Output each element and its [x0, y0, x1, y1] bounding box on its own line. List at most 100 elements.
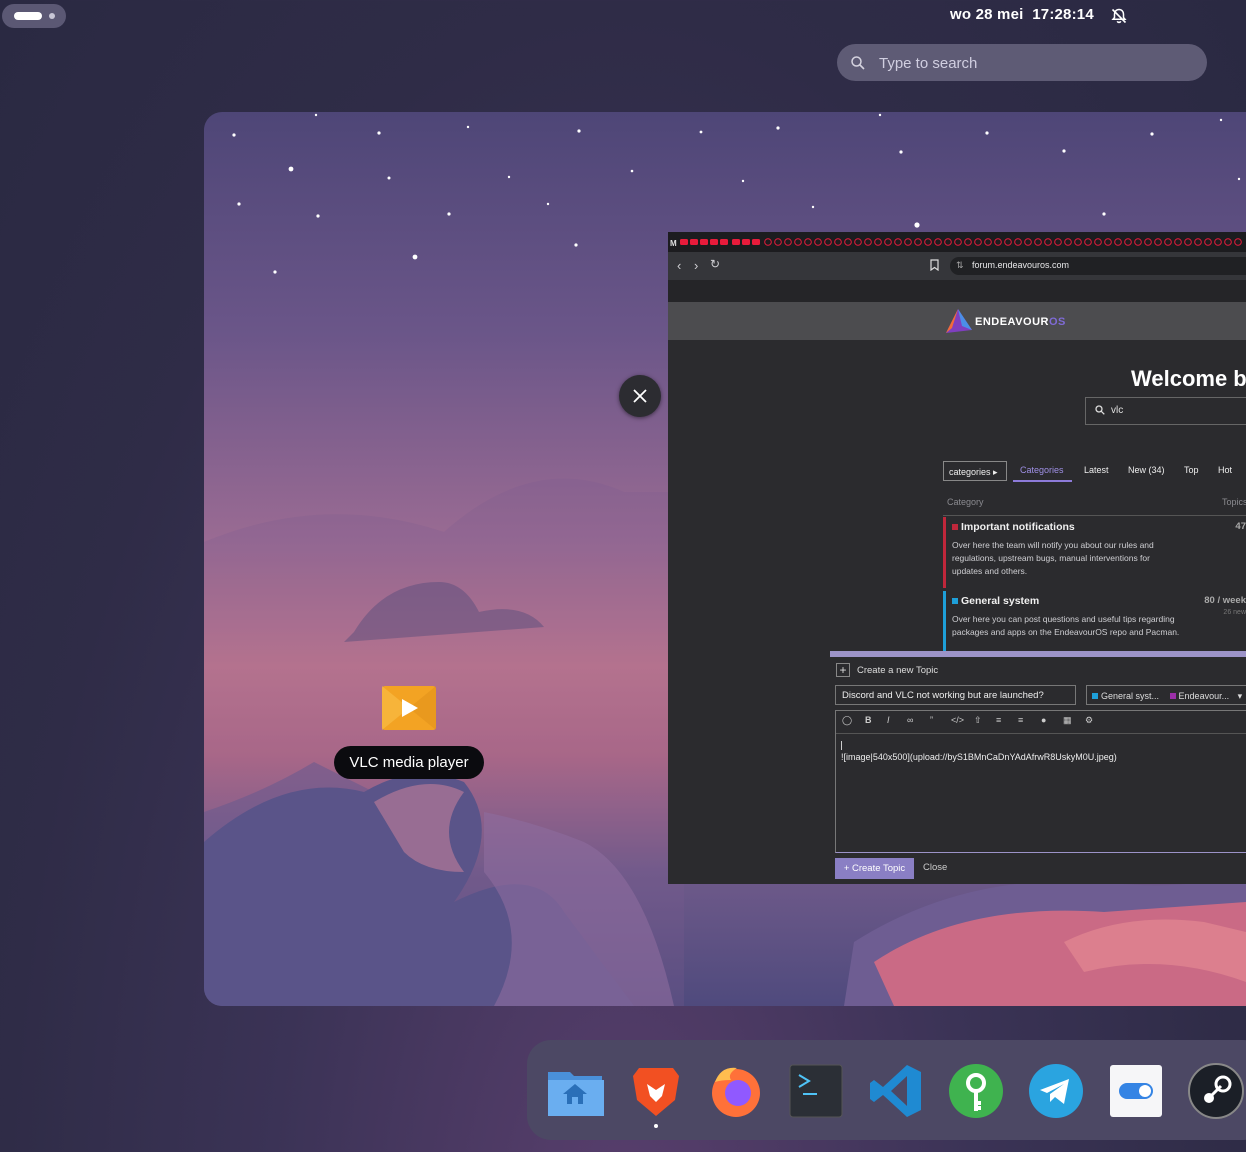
category-row[interactable]: Important notifications Over here the te…	[943, 517, 1246, 588]
tab-categories[interactable]: Categories	[1020, 465, 1064, 475]
create-topic-button[interactable]: + Create Topic	[835, 858, 914, 879]
home-folder-icon	[548, 1072, 606, 1116]
telegram-icon	[1029, 1064, 1083, 1118]
firefox-icon	[712, 1067, 760, 1117]
clock[interactable]: wo 28 mei 17:28:14	[950, 6, 1094, 23]
terminal-icon	[789, 1064, 843, 1118]
url-text: forum.endeavouros.com	[972, 260, 1070, 270]
bookmark-icon[interactable]	[930, 259, 939, 271]
search-input[interactable]	[877, 44, 1181, 83]
category-color-badge	[952, 524, 958, 530]
quote-icon[interactable]: ”	[930, 715, 933, 725]
top-bar: wo 28 mei 17:28:14	[0, 0, 1246, 32]
composer-editor[interactable]: ◯ B I ∞ ” </> ⇧ ≡ ≡ ● ▦ ⚙ ![image|540x50…	[835, 710, 1246, 853]
gear-icon[interactable]: ⚙	[1085, 715, 1093, 726]
dock-app-firefox[interactable]	[707, 1062, 765, 1120]
composer-body-text[interactable]: ![image|540x500](upload://byS1BMnCaDnYAd…	[841, 752, 1117, 762]
emoji-icon[interactable]: ●	[1041, 715, 1046, 725]
category-color-badge	[952, 598, 958, 604]
forum-search-input[interactable]: vlc	[1085, 397, 1246, 425]
category-selector[interactable]: General syst... Endeavour... ▾	[1086, 685, 1246, 705]
search-bar[interactable]	[837, 44, 1207, 83]
column-header-category: Category	[947, 497, 984, 507]
tab-new[interactable]: New (34)	[1128, 465, 1165, 475]
category-topic-count: 80 / week	[1204, 595, 1246, 606]
tab-hot[interactable]: Hot	[1218, 465, 1232, 475]
search-icon	[851, 56, 865, 70]
workspace-indicator-active	[14, 12, 42, 20]
speech-bubble-icon[interactable]: ◯	[842, 715, 852, 726]
endeavouros-logo-icon[interactable]	[944, 308, 974, 334]
divider	[943, 515, 1246, 516]
category-description: Over here the team will notify you about…	[952, 540, 1154, 576]
welcome-heading: Welcome ba	[1131, 366, 1246, 391]
address-bar[interactable]: ⇅ forum.endeavouros.com	[950, 257, 1246, 275]
calendar-icon[interactable]: ▦	[1063, 715, 1072, 726]
text-cursor	[841, 741, 842, 750]
categories-dropdown[interactable]: categories ▸	[943, 461, 1007, 481]
numbered-list-icon[interactable]: ≡	[1018, 715, 1023, 725]
close-icon	[633, 389, 647, 403]
category-color-bar	[943, 591, 946, 651]
brave-lion-icon	[633, 1068, 679, 1116]
category-color-badge	[1092, 693, 1098, 699]
topic-composer[interactable]: + Create a new Topic Discord and VLC not…	[830, 651, 1246, 884]
launching-app-label: VLC media player	[334, 746, 484, 779]
active-tab-underline	[1013, 480, 1072, 482]
forward-icon[interactable]: ›	[694, 258, 698, 273]
close-window-button[interactable]	[619, 375, 661, 417]
dock-app-telegram[interactable]	[1027, 1062, 1085, 1120]
activities-button[interactable]	[2, 4, 66, 28]
dock-app-terminal[interactable]	[787, 1062, 845, 1120]
dock-app-passwords[interactable]	[947, 1062, 1005, 1120]
upload-icon[interactable]: ⇧	[974, 715, 982, 726]
reload-icon[interactable]: ↻	[710, 257, 720, 271]
tab-latest[interactable]: Latest	[1084, 465, 1109, 475]
workspace-indicator	[49, 13, 55, 19]
dash	[527, 1040, 1246, 1140]
chevron-down-icon: ▾	[1237, 691, 1243, 701]
topic-title-input[interactable]: Discord and VLC not working but are laun…	[835, 685, 1076, 705]
editor-toolbar: ◯ B I ∞ ” </> ⇧ ≡ ≡ ● ▦ ⚙	[836, 711, 1246, 734]
running-indicator	[654, 1124, 658, 1128]
search-icon	[1095, 405, 1105, 415]
toggle-switch-icon	[1110, 1065, 1162, 1117]
steam-icon	[1188, 1063, 1244, 1119]
bold-icon[interactable]: B	[865, 715, 872, 725]
notifications-disabled-icon[interactable]	[1110, 7, 1128, 25]
forum-search-value: vlc	[1111, 405, 1124, 416]
composer-grip[interactable]	[830, 651, 1246, 657]
site-info-icon[interactable]: ⇅	[956, 260, 964, 271]
composer-heading: Create a new Topic	[857, 665, 939, 676]
link-icon[interactable]: ∞	[907, 715, 913, 725]
plus-icon: +	[843, 863, 852, 874]
key-icon	[949, 1064, 1003, 1118]
svg-text:M: M	[670, 239, 677, 248]
vscode-icon	[870, 1065, 921, 1117]
category-topic-count: 47	[1235, 521, 1246, 532]
category-new-count: 26 new	[1223, 609, 1246, 616]
dock-app-files[interactable]	[546, 1062, 606, 1120]
vlc-icon[interactable]	[382, 686, 436, 730]
back-icon[interactable]: ‹	[677, 258, 681, 273]
italic-icon[interactable]: I	[887, 715, 890, 725]
dock-app-steam[interactable]	[1187, 1062, 1245, 1120]
dock-app-vscode[interactable]	[867, 1062, 925, 1120]
bullet-list-icon[interactable]: ≡	[996, 715, 1001, 725]
close-composer-button[interactable]: Close	[923, 862, 947, 873]
plus-icon: +	[836, 663, 850, 677]
endeavouros-logo-text: ENDEAVOUROS	[975, 316, 1066, 328]
category-color-bar	[943, 517, 946, 588]
category-title[interactable]: General system	[961, 595, 1039, 607]
category-row[interactable]: General system Over here you can post qu…	[943, 591, 1246, 651]
bookmarks-bar	[668, 280, 1246, 302]
browser-toolbar: ‹ › ↻ ⇅ forum.endeavouros.com	[668, 252, 1246, 280]
code-icon[interactable]: </>	[951, 715, 964, 725]
category-description: Over here you can post questions and use…	[952, 614, 1180, 637]
dock-app-brave[interactable]	[627, 1062, 685, 1128]
dock-app-settings[interactable]	[1107, 1062, 1165, 1120]
category-color-badge	[1169, 693, 1176, 699]
category-title[interactable]: Important notifications	[961, 521, 1075, 533]
tab-favicons: M	[670, 238, 1242, 248]
tab-top[interactable]: Top	[1184, 465, 1199, 475]
